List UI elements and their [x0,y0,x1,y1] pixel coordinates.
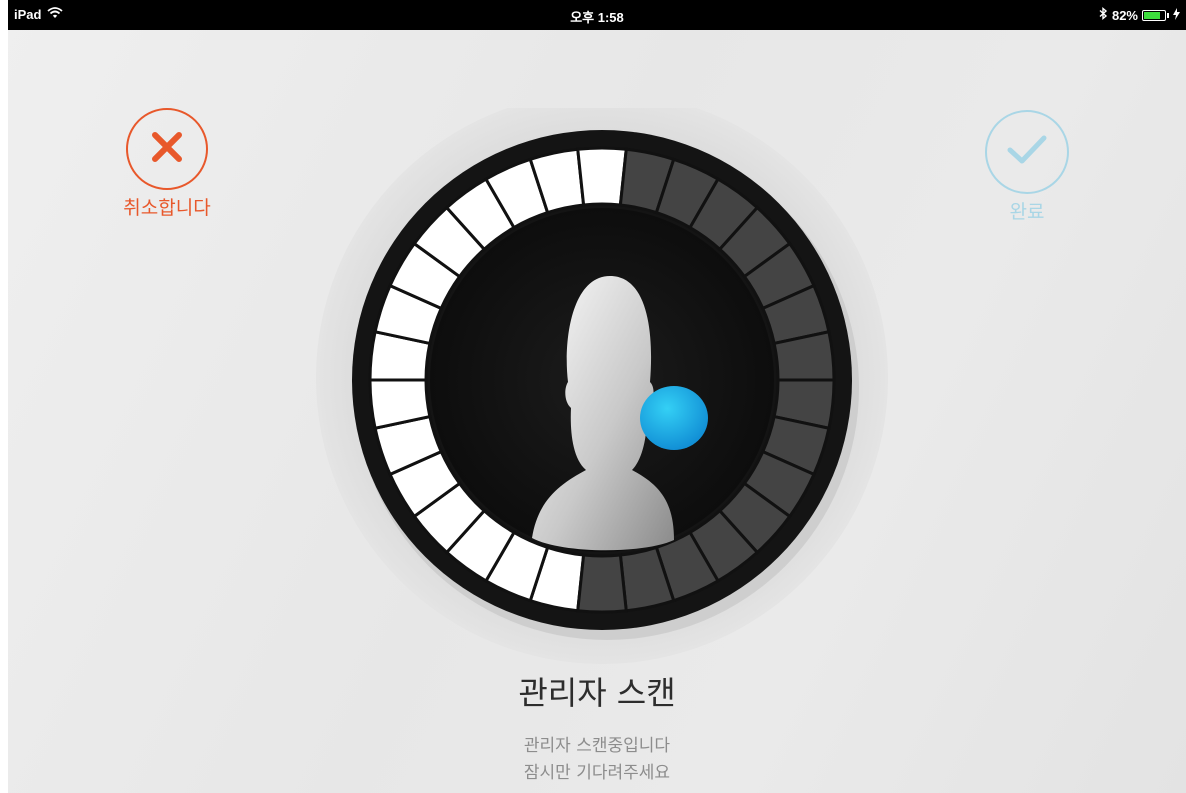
scan-status-line-2: 잠시만 기다려주세요 [523,763,671,783]
app-screen: iPad 오후 1:58 82% 취소합니다 완료 관리자 스캔 관리자 스캔중… [8,0,1186,793]
bluetooth-icon [1099,7,1108,23]
progress-segment-filled [576,146,628,207]
cancel-button[interactable]: 취소합니다 [108,108,226,220]
progress-segment-empty [576,553,628,614]
battery-tip [1167,12,1169,18]
scan-indicator-dot [640,386,708,450]
battery-icon [1142,9,1166,21]
status-bar: iPad 오후 1:58 82% [8,0,1186,30]
cancel-label[interactable]: 취소합니다 [108,193,226,220]
status-time: 오후 1:58 [570,10,624,25]
done-label[interactable]: 완료 [980,197,1074,224]
close-icon [147,127,187,171]
charging-bolt-icon [1173,7,1180,23]
done-button[interactable]: 완료 [980,110,1074,224]
scan-progress-ring [316,108,888,664]
done-circle[interactable] [985,110,1069,194]
cancel-circle[interactable] [126,108,208,190]
status-right: 82% [1099,7,1180,23]
scan-status: 관리자 스캔중입니다 잠시만 기다려주세요 [8,733,1186,787]
scan-status-line-1: 관리자 스캔중입니다 [523,736,671,756]
scan-title: 관리자 스캔 [518,674,676,712]
battery-percent: 82% [1111,7,1138,23]
checkmark-icon [1004,130,1050,174]
